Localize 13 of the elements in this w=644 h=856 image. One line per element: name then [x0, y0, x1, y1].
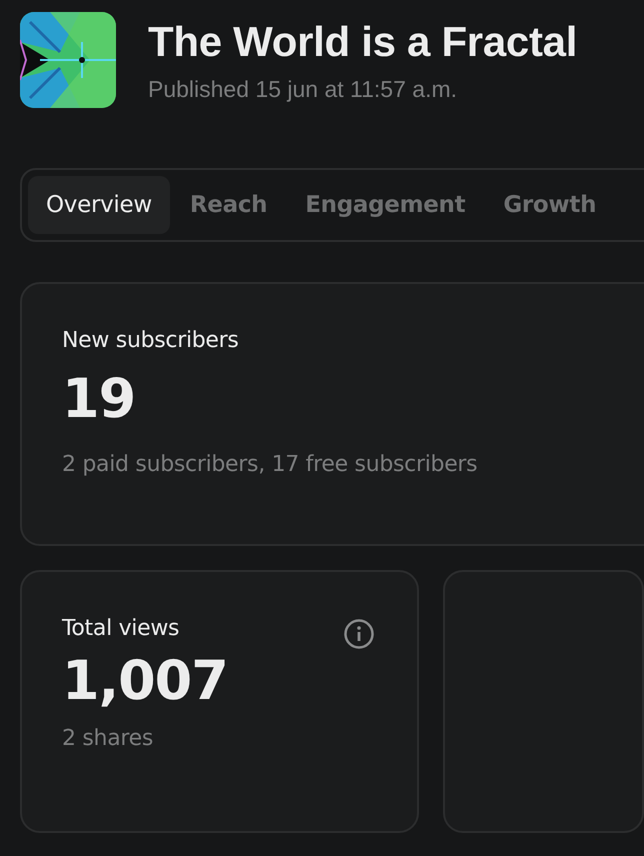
stat-detail: 2 paid subscribers, 17 free subscribers — [62, 452, 478, 477]
stat-value: 1,007 — [62, 649, 229, 712]
publish-date: Published 15 jun at 11:57 a.m. — [148, 76, 458, 103]
post-title: The World is a Fractal — [148, 18, 578, 66]
tab[interactable]: Reach — [172, 176, 286, 234]
stat-label: New subscribers — [62, 328, 239, 353]
info-icon[interactable] — [342, 618, 375, 650]
stat-label: Total views — [62, 616, 180, 641]
stat-value: 19 — [62, 367, 136, 430]
tab[interactable]: Growth — [485, 176, 614, 234]
tab[interactable]: Overview — [28, 176, 170, 234]
stat-detail: 2 shares — [62, 726, 154, 751]
tab[interactable]: Engagement — [287, 176, 484, 234]
